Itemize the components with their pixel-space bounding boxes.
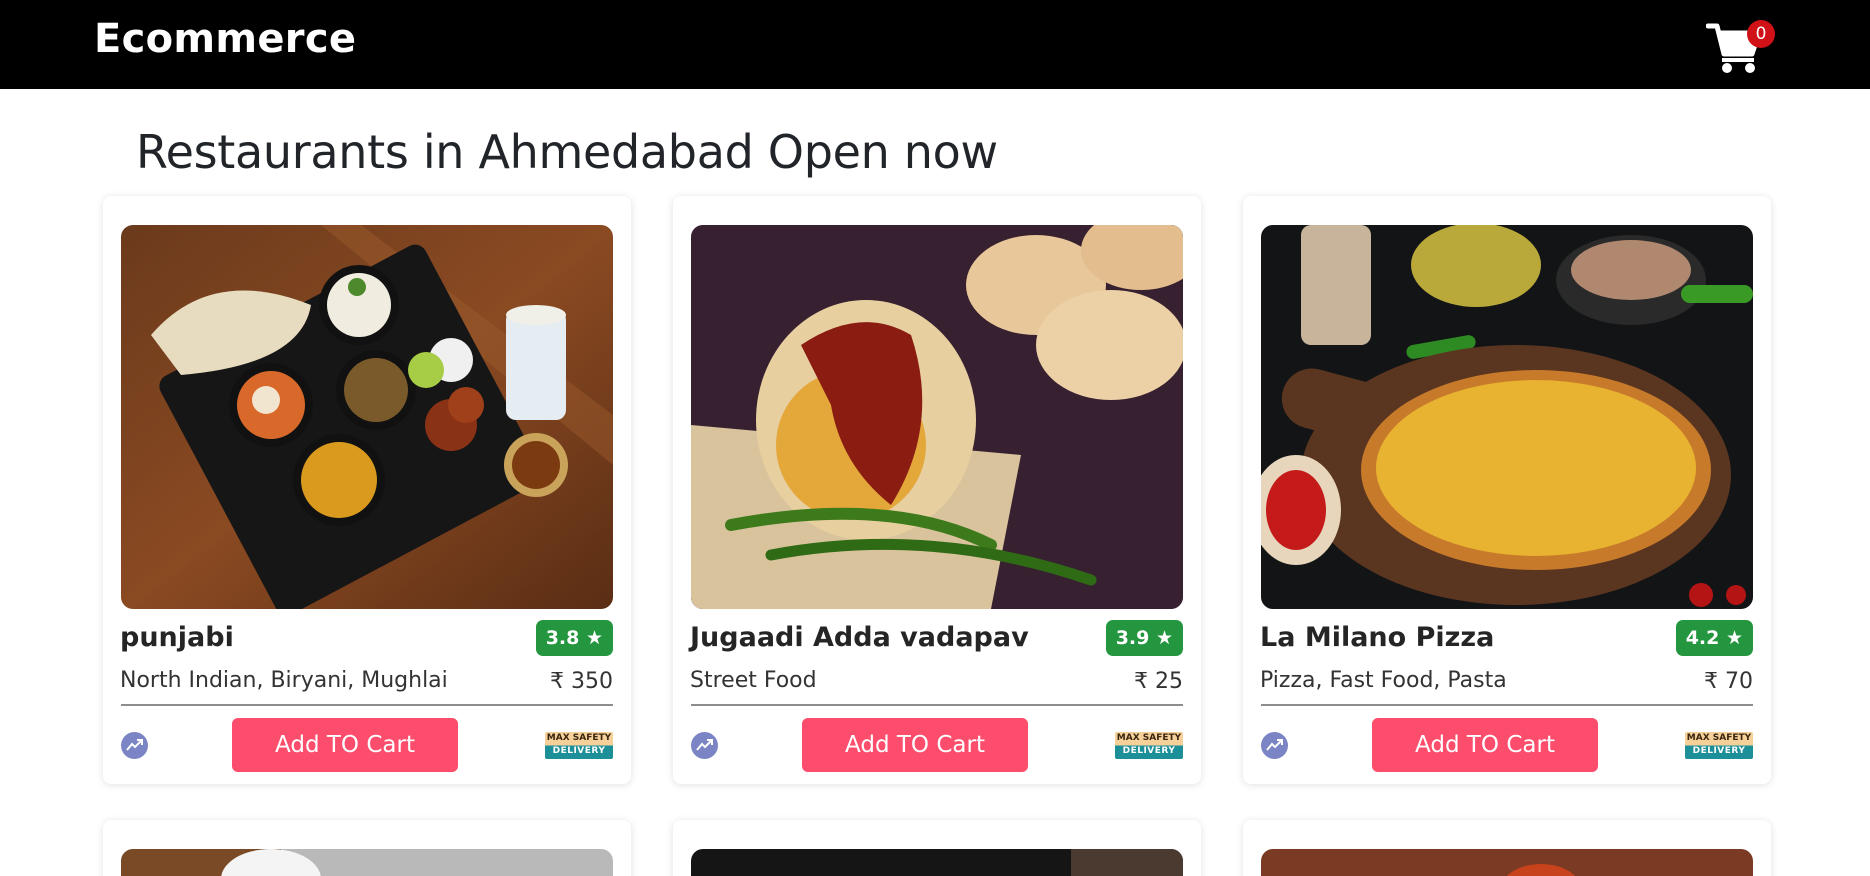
restaurant-card[interactable]: Jugaadi Adda vadapav 3.9 ★ Street Food ₹… <box>673 196 1201 784</box>
add-to-cart-button[interactable]: Add TO Cart <box>232 718 458 772</box>
trending-icon <box>121 732 148 759</box>
max-safety-delivery-icon: MAX SAFETY DELIVERY <box>545 732 613 759</box>
restaurant-image[interactable] <box>1261 849 1753 876</box>
cuisine-text: North Indian, Biryani, Mughlai <box>120 668 448 693</box>
restaurant-image[interactable] <box>691 225 1183 609</box>
rating-badge: 3.9 ★ <box>1105 620 1183 656</box>
restaurant-name[interactable]: La Milano Pizza <box>1260 622 1494 653</box>
restaurant-card[interactable] <box>103 820 631 876</box>
safety-badge-line1: MAX SAFETY <box>546 733 612 743</box>
add-to-cart-button[interactable]: Add TO Cart <box>1372 718 1598 772</box>
restaurant-name[interactable]: punjabi <box>120 622 234 653</box>
max-safety-delivery-icon: MAX SAFETY DELIVERY <box>1685 732 1753 759</box>
price-text: ₹ 70 <box>1704 669 1753 694</box>
rating-badge: 3.8 ★ <box>535 620 613 656</box>
safety-badge-line1: MAX SAFETY <box>1116 733 1182 743</box>
cart-button[interactable]: 0 <box>1706 16 1775 74</box>
safety-badge-line2: DELIVERY <box>552 746 606 756</box>
rating-badge: 4.2 ★ <box>1675 620 1753 656</box>
navbar: Ecommerce 0 <box>0 0 1870 89</box>
safety-badge-line1: MAX SAFETY <box>1686 733 1752 743</box>
restaurant-image[interactable] <box>121 225 613 609</box>
add-to-cart-button[interactable]: Add TO Cart <box>802 718 1028 772</box>
max-safety-delivery-icon: MAX SAFETY DELIVERY <box>1115 732 1183 759</box>
safety-badge-line2: DELIVERY <box>1692 746 1746 756</box>
cart-count-badge: 0 <box>1747 20 1775 48</box>
restaurant-card[interactable] <box>673 820 1201 876</box>
restaurant-name[interactable]: Jugaadi Adda vadapav <box>690 622 1029 653</box>
divider <box>1261 704 1753 706</box>
divider <box>691 704 1183 706</box>
trending-icon <box>1261 732 1288 759</box>
cuisine-text: Pizza, Fast Food, Pasta <box>1260 668 1507 693</box>
brand-logo[interactable]: Ecommerce <box>94 16 356 62</box>
restaurant-image[interactable] <box>1261 225 1753 609</box>
price-text: ₹ 350 <box>550 669 613 694</box>
restaurant-image[interactable] <box>121 849 613 876</box>
restaurant-card[interactable]: punjabi 3.8 ★ North Indian, Biryani, Mug… <box>103 196 631 784</box>
restaurant-image[interactable] <box>691 849 1183 876</box>
page-title: Restaurants in Ahmedabad Open now <box>136 125 998 179</box>
divider <box>121 704 613 706</box>
cuisine-text: Street Food <box>690 668 817 693</box>
safety-badge-line2: DELIVERY <box>1122 746 1176 756</box>
restaurant-card[interactable]: La Milano Pizza 4.2 ★ Pizza, Fast Food, … <box>1243 196 1771 784</box>
restaurant-card[interactable] <box>1243 820 1771 876</box>
price-text: ₹ 25 <box>1134 669 1183 694</box>
trending-icon <box>691 732 718 759</box>
